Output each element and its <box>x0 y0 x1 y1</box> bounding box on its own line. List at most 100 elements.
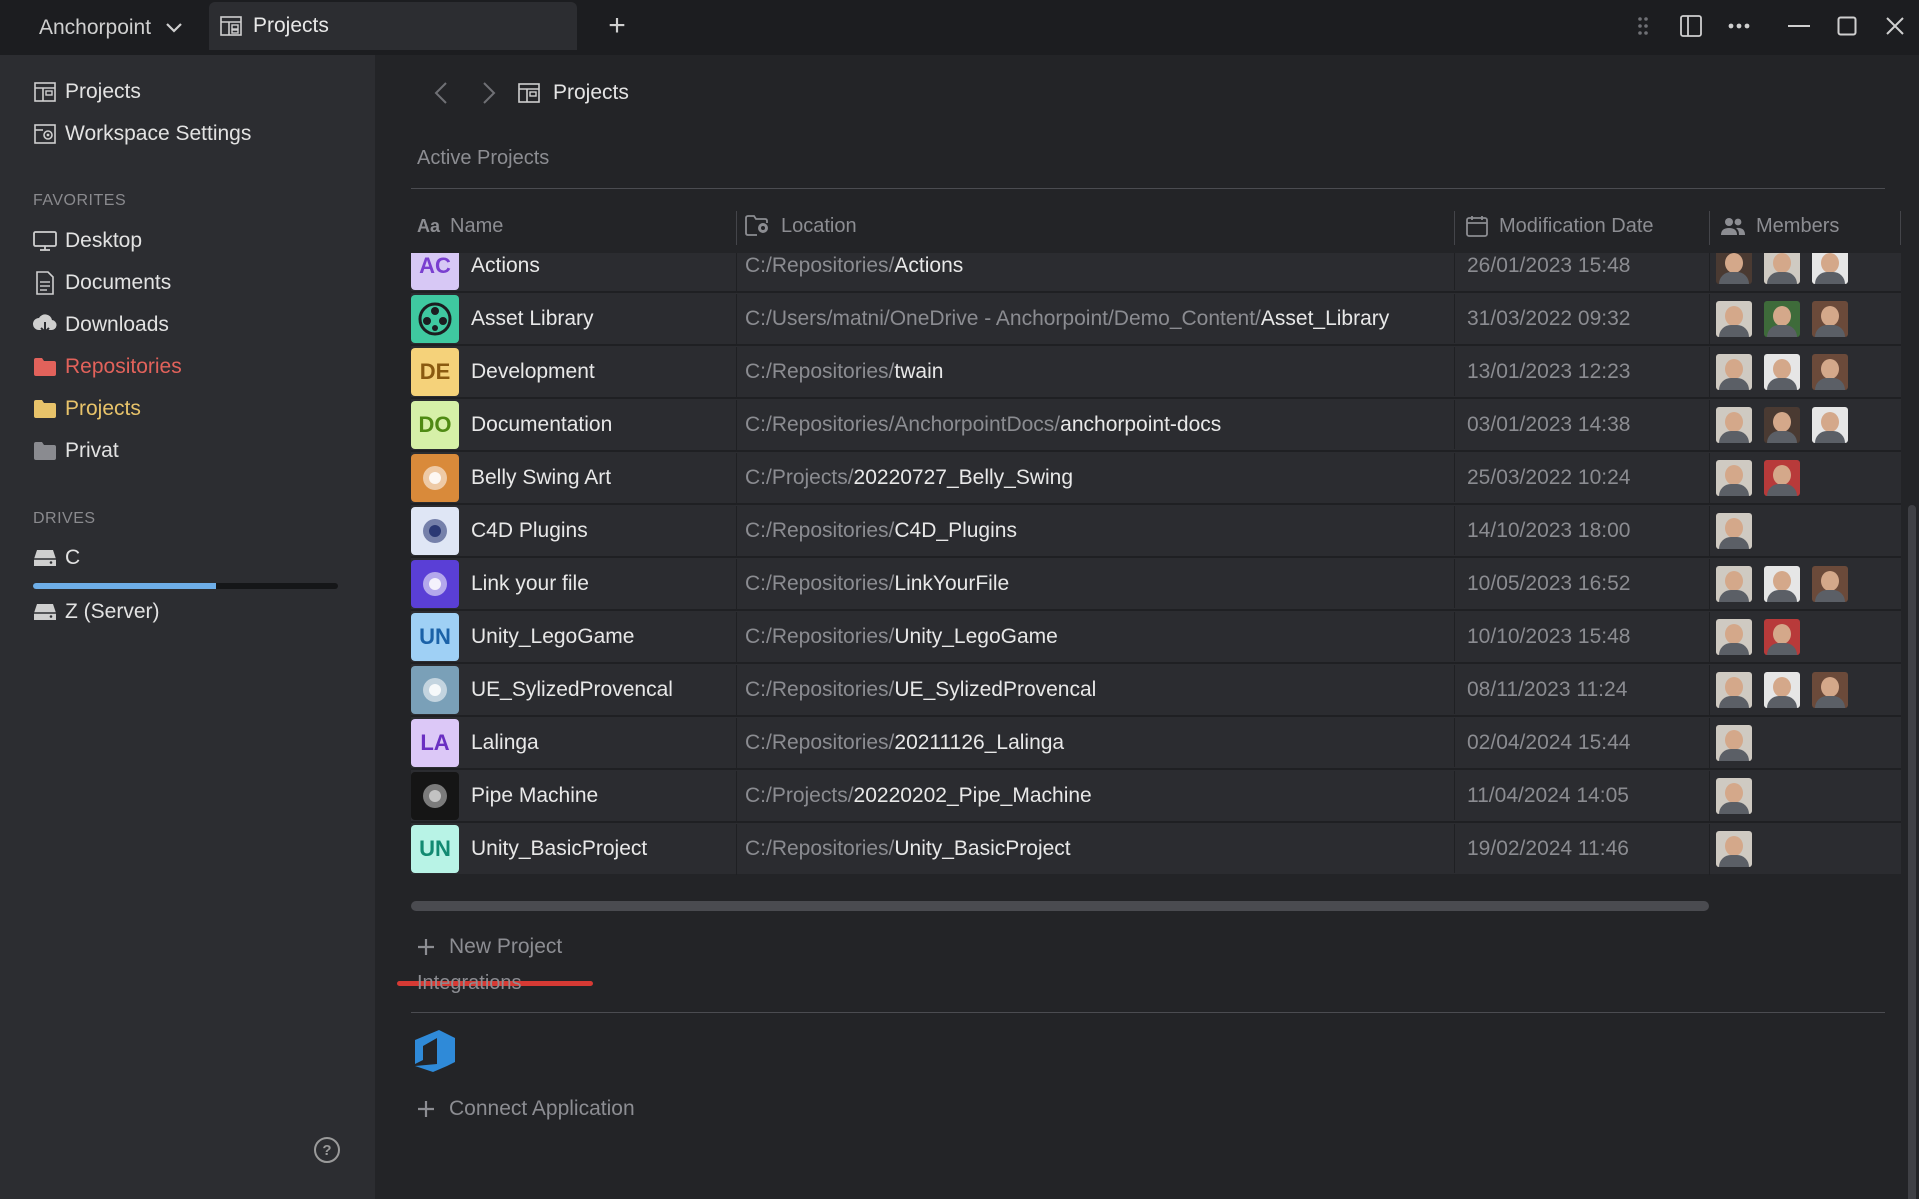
avatar[interactable] <box>1812 671 1848 708</box>
sidebar-item-projects-folder[interactable]: Projects <box>33 393 141 425</box>
avatar[interactable] <box>1716 830 1752 867</box>
new-project-label: New Project <box>449 935 563 958</box>
drive-icon <box>33 600 57 624</box>
project-members-cell <box>1710 718 1901 767</box>
avatar[interactable] <box>1812 300 1848 337</box>
table-row[interactable]: AC Actions C:/Repositories/Actions 26/01/20… <box>411 253 1901 292</box>
sidebar-item-label: Repositories <box>65 355 182 378</box>
minimize-icon[interactable] <box>1775 0 1823 52</box>
project-date-cell: 08/11/2023 11:24 <box>1455 665 1710 716</box>
sidebar-item-workspace-settings[interactable]: Workspace Settings <box>33 118 251 150</box>
avatar[interactable] <box>1716 618 1752 655</box>
location-folder: UE_SylizedProvencal <box>894 677 1097 701</box>
project-thumbnail <box>411 771 459 820</box>
sidebar-item-drive-c[interactable]: C <box>33 542 80 574</box>
table-row[interactable]: Asset Library C:/Users/matni/OneDrive - A… <box>411 293 1901 345</box>
close-icon[interactable] <box>1871 0 1919 52</box>
avatar[interactable] <box>1716 777 1752 814</box>
table-row[interactable]: UN Unity_LegoGame C:/Repositories/Unity_Le… <box>411 611 1901 663</box>
project-thumbnail <box>411 506 459 555</box>
avatar[interactable] <box>1764 353 1800 390</box>
table-row[interactable]: DE Development C:/Repositories/twain 13/01/… <box>411 346 1901 398</box>
new-project-button[interactable]: New Project <box>417 931 562 963</box>
avatar[interactable] <box>1716 353 1752 390</box>
project-location-cell: C:/Repositories/Unity_LegoGame <box>737 612 1455 661</box>
table-row[interactable]: DO Documentation C:/Repositories/Anchorpoi… <box>411 399 1901 451</box>
forward-button[interactable] <box>465 77 513 109</box>
project-members-cell <box>1710 253 1901 290</box>
project-thumbnail: UN <box>411 824 459 873</box>
avatar[interactable] <box>1764 618 1800 655</box>
more-options-icon[interactable] <box>1715 0 1763 52</box>
add-tab-button[interactable]: + <box>602 8 632 44</box>
location-path-prefix: C:/Repositories/AnchorpointDocs/ <box>745 412 1061 436</box>
table-row[interactable]: Belly Swing Art C:/Projects/20220727_Bell… <box>411 452 1901 504</box>
project-thumbnail <box>411 559 459 608</box>
project-name-cell: Asset Library <box>411 294 737 345</box>
vertical-scrollbar[interactable] <box>1908 505 1916 1199</box>
column-header-name[interactable]: Aa Name <box>411 199 737 253</box>
table-row[interactable]: UE_SylizedProvencal C:/Repositories/UE_Sy… <box>411 664 1901 716</box>
avatar[interactable] <box>1812 565 1848 602</box>
table-row[interactable]: Link your file C:/Repositories/LinkYourFi… <box>411 558 1901 610</box>
avatar[interactable] <box>1716 253 1752 284</box>
sidebar-item-label: Projects <box>65 80 141 103</box>
location-folder: Actions <box>894 253 964 277</box>
sidebar-item-projects[interactable]: Projects <box>33 76 141 108</box>
avatar[interactable] <box>1716 724 1752 761</box>
workspace-switcher[interactable]: Anchorpoint <box>0 0 209 55</box>
azure-devops-icon[interactable] <box>411 1026 459 1074</box>
column-label: Location <box>781 214 857 237</box>
table-row[interactable]: Pipe Machine C:/Projects/20220202_Pipe_Ma… <box>411 770 1901 822</box>
tab-projects[interactable]: Projects <box>209 2 577 50</box>
project-location-cell: C:/Projects/20220727_Belly_Swing <box>737 453 1455 502</box>
avatar[interactable] <box>1716 512 1752 549</box>
project-members-cell <box>1710 612 1901 661</box>
back-button[interactable] <box>417 77 465 109</box>
maximize-icon[interactable] <box>1823 0 1871 52</box>
help-icon[interactable]: ? <box>314 1137 340 1163</box>
project-location-cell: C:/Repositories/LinkYourFile <box>737 559 1455 608</box>
avatar[interactable] <box>1716 565 1752 602</box>
table-row[interactable]: LA Lalinga C:/Repositories/20211126_Laling… <box>411 717 1901 769</box>
location-path-prefix: C:/Repositories/ <box>745 359 895 383</box>
members-icon <box>1721 218 1745 235</box>
project-members-cell <box>1710 400 1901 449</box>
sidebar-item-privat[interactable]: Privat <box>33 435 119 467</box>
sidebar-item-downloads[interactable]: Downloads <box>33 309 169 341</box>
avatar[interactable] <box>1764 459 1800 496</box>
divider <box>411 1012 1885 1013</box>
thumbnail-initials: DO <box>418 411 452 437</box>
sidebar-item-documents[interactable]: Documents <box>33 267 171 299</box>
avatar[interactable] <box>1716 406 1752 443</box>
project-image-icon <box>423 783 447 808</box>
avatar[interactable] <box>1764 671 1800 708</box>
drag-handle-icon[interactable] <box>1619 0 1667 52</box>
connect-application-button[interactable]: Connect Application <box>417 1093 635 1125</box>
table-row[interactable]: UN Unity_BasicProject C:/Repositories/Unit… <box>411 823 1901 875</box>
avatar[interactable] <box>1812 353 1848 390</box>
sidebar-toggle-icon[interactable] <box>1667 0 1715 52</box>
sidebar-item-desktop[interactable]: Desktop <box>33 225 142 257</box>
avatar[interactable] <box>1764 406 1800 443</box>
sidebar-item-drive-z[interactable]: Z (Server) <box>33 596 160 628</box>
sidebar-item-repositories[interactable]: Repositories <box>33 351 182 383</box>
text-type-icon: Aa <box>417 215 441 236</box>
column-header-members[interactable]: Members <box>1710 199 1901 253</box>
avatar[interactable] <box>1812 406 1848 443</box>
avatar[interactable] <box>1764 253 1800 284</box>
table-row[interactable]: C4D Plugins C:/Repositories/C4D_Plugins 14… <box>411 505 1901 557</box>
column-header-location[interactable]: Location <box>737 199 1455 253</box>
project-name-cell: LA Lalinga <box>411 718 737 769</box>
plus-icon <box>418 939 434 955</box>
avatar[interactable] <box>1764 300 1800 337</box>
avatar[interactable] <box>1716 459 1752 496</box>
folder-icon <box>33 355 57 379</box>
avatar[interactable] <box>1716 300 1752 337</box>
project-location-cell: C:/Repositories/20211126_Lalinga <box>737 718 1455 767</box>
avatar[interactable] <box>1716 671 1752 708</box>
horizontal-scrollbar[interactable] <box>411 901 1709 911</box>
column-header-modification-date[interactable]: Modification Date <box>1455 199 1710 253</box>
avatar[interactable] <box>1764 565 1800 602</box>
avatar[interactable] <box>1812 253 1848 284</box>
